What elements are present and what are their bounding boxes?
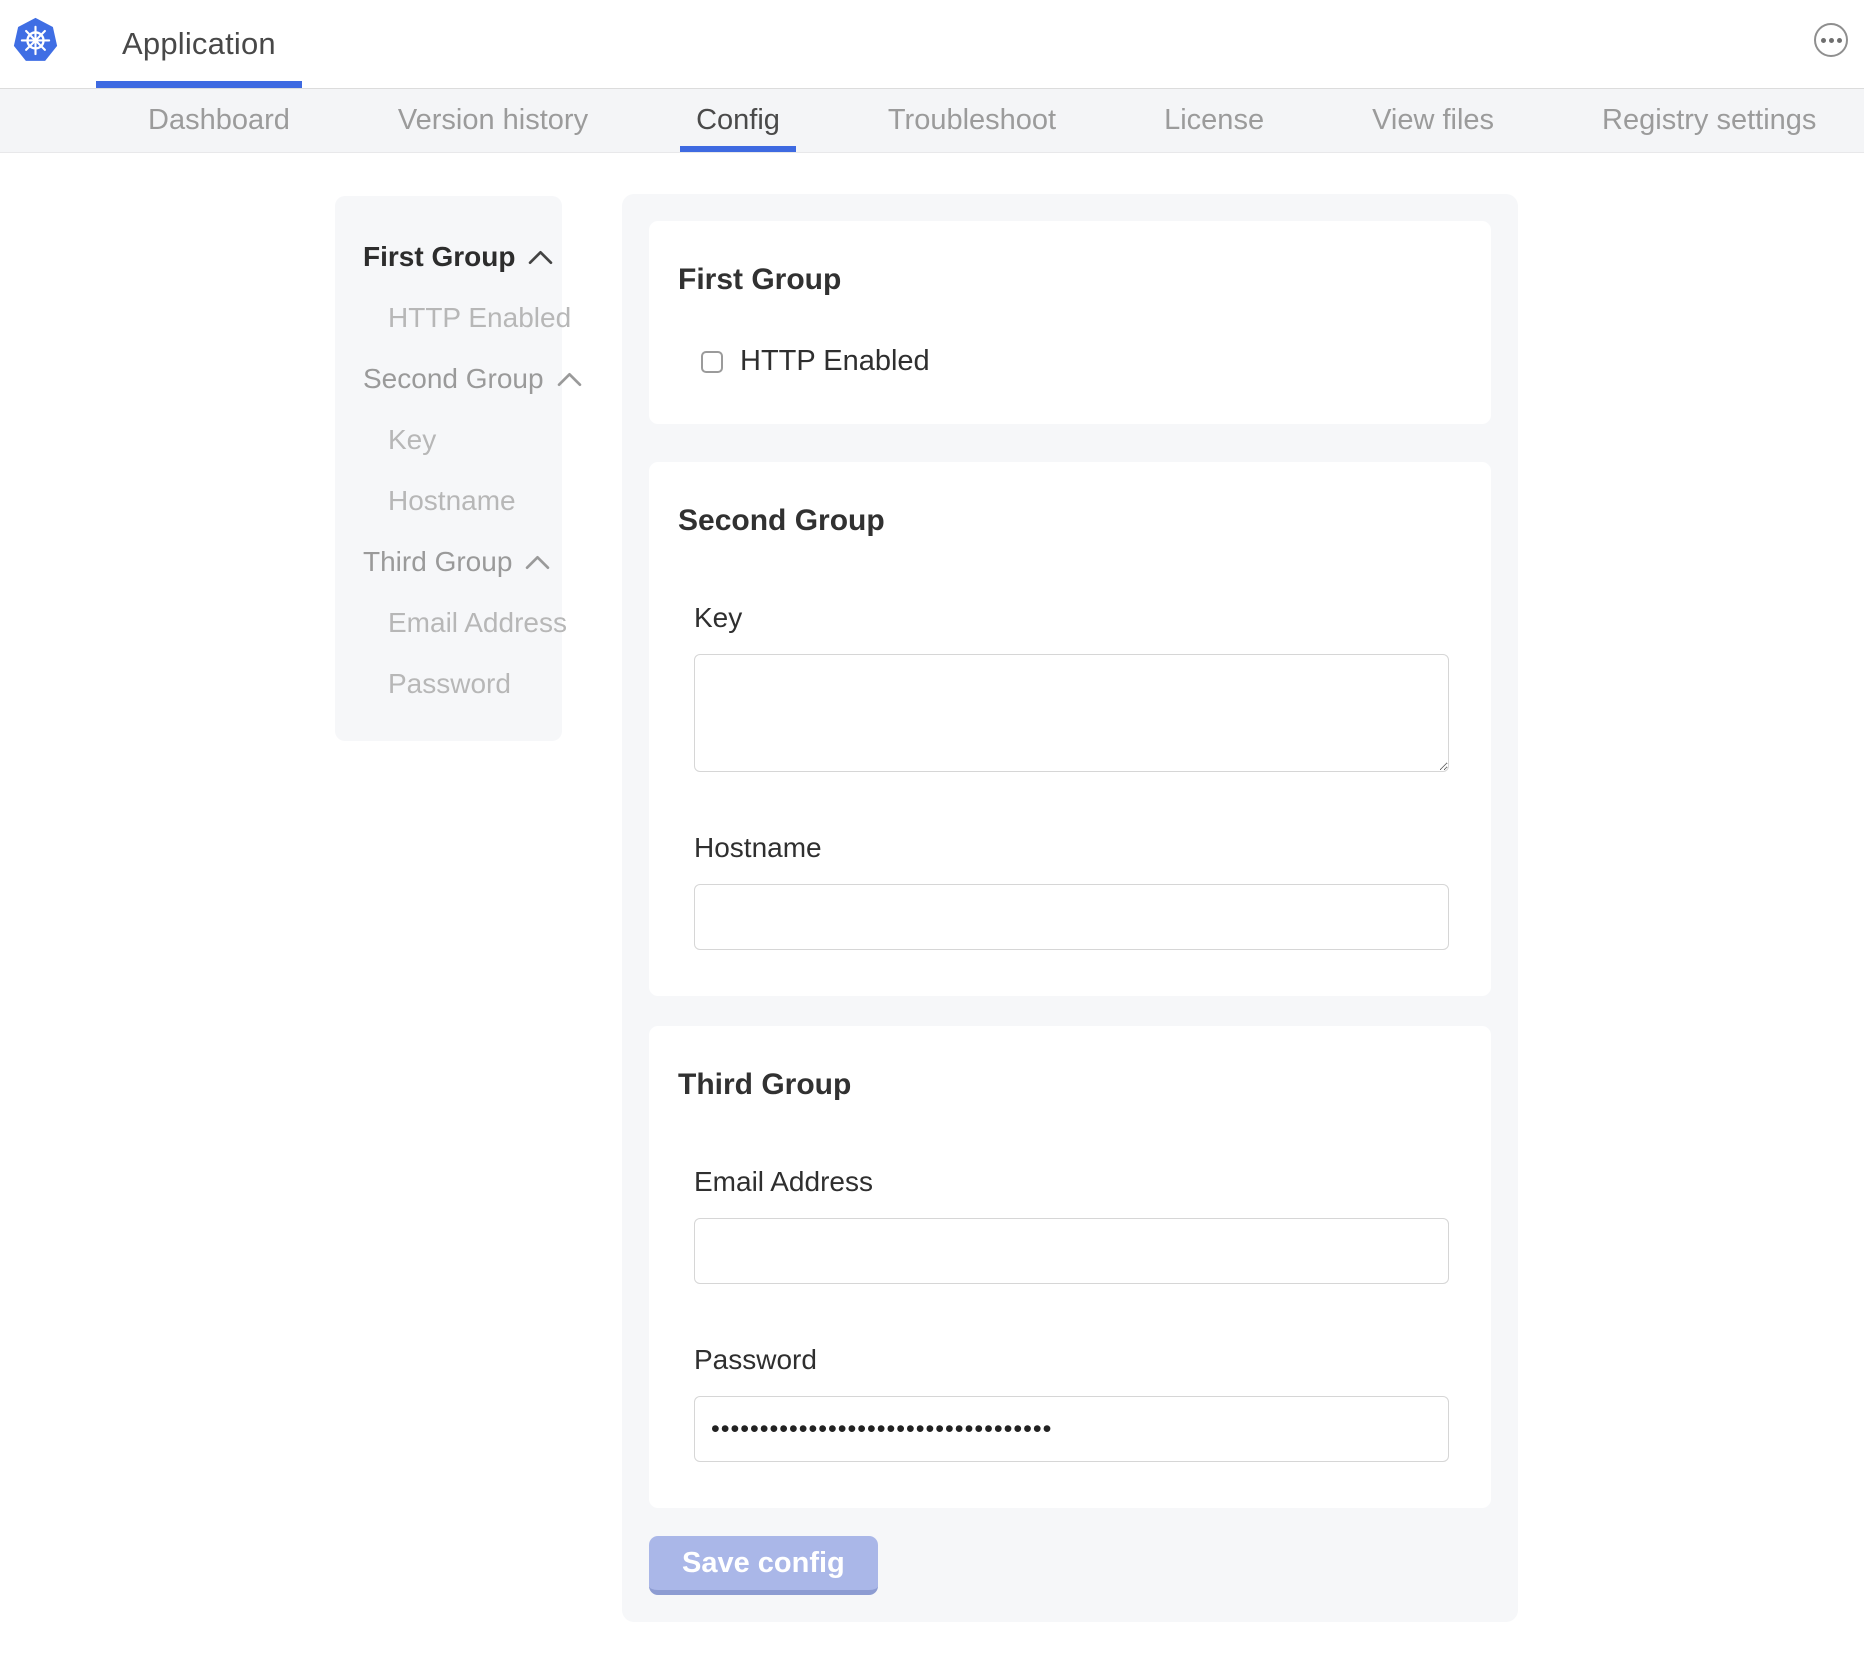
nav-tabs: Dashboard Version history Config Trouble… xyxy=(0,89,1864,153)
admin-console: Application Dashboard Version history Co… xyxy=(0,0,1864,1680)
hostname-input[interactable] xyxy=(694,884,1449,950)
tab-version-history[interactable]: Version history xyxy=(382,89,604,152)
tab-registry-settings[interactable]: Registry settings xyxy=(1586,89,1832,152)
sidebar-group-first-group[interactable]: First Group xyxy=(363,242,562,272)
config-group-card-second: Second Group Key Hostname xyxy=(649,462,1491,996)
tab-config[interactable]: Config xyxy=(680,89,796,152)
field-label-email-address: Email Address xyxy=(694,1162,1446,1202)
config-group-card-first: First Group HTTP Enabled xyxy=(649,221,1491,424)
sidebar-item-http-enabled[interactable]: HTTP Enabled xyxy=(363,303,562,333)
checkbox-label: HTTP Enabled xyxy=(740,345,930,378)
tab-troubleshoot[interactable]: Troubleshoot xyxy=(872,89,1072,152)
sidebar-item-key[interactable]: Key xyxy=(363,425,562,455)
config-form-area: First Group HTTP Enabled Second Group Ke… xyxy=(622,194,1518,1622)
group-title: Third Group xyxy=(678,1064,1446,1106)
http-enabled-checkbox[interactable] xyxy=(701,351,723,373)
config-group-card-third: Third Group Email Address Password xyxy=(649,1026,1491,1508)
sidebar-group-third-group[interactable]: Third Group xyxy=(363,547,562,577)
email-address-field: Email Address xyxy=(694,1162,1446,1284)
tab-license[interactable]: License xyxy=(1148,89,1280,152)
chevron-up-icon xyxy=(557,372,582,387)
sidebar-group-second-group[interactable]: Second Group xyxy=(363,364,562,394)
sidebar-item-hostname[interactable]: Hostname xyxy=(363,486,562,516)
sidebar-item-password[interactable]: Password xyxy=(363,669,562,699)
password-field: Password xyxy=(694,1340,1446,1462)
field-label-key: Key xyxy=(694,598,1446,638)
hostname-field: Hostname xyxy=(694,828,1446,950)
sidebar-item-email-address[interactable]: Email Address xyxy=(363,608,562,638)
app-title: Application xyxy=(122,26,276,62)
group-title: Second Group xyxy=(678,500,1446,542)
key-field: Key xyxy=(694,598,1446,772)
app-header: Application xyxy=(0,0,1864,89)
group-title: First Group xyxy=(678,259,1446,301)
field-label-hostname: Hostname xyxy=(694,828,1446,868)
field-label-password: Password xyxy=(694,1340,1446,1380)
ellipsis-icon xyxy=(1821,38,1826,43)
chevron-up-icon xyxy=(525,555,550,570)
password-input[interactable] xyxy=(694,1396,1449,1462)
chevron-up-icon xyxy=(528,250,553,265)
tab-view-files[interactable]: View files xyxy=(1356,89,1510,152)
config-page: First Group HTTP Enabled Second Group Ke… xyxy=(0,153,1864,1679)
email-address-input[interactable] xyxy=(694,1218,1449,1284)
tab-dashboard[interactable]: Dashboard xyxy=(132,89,306,152)
http-enabled-row[interactable]: HTTP Enabled xyxy=(694,345,1446,378)
app-tab-application[interactable]: Application xyxy=(96,0,302,88)
key-textarea[interactable] xyxy=(694,654,1449,772)
more-menu-button[interactable] xyxy=(1814,23,1848,57)
config-sidebar: First Group HTTP Enabled Second Group Ke… xyxy=(335,196,562,741)
save-config-button[interactable]: Save config xyxy=(649,1536,878,1595)
kubernetes-logo-icon xyxy=(12,15,59,64)
